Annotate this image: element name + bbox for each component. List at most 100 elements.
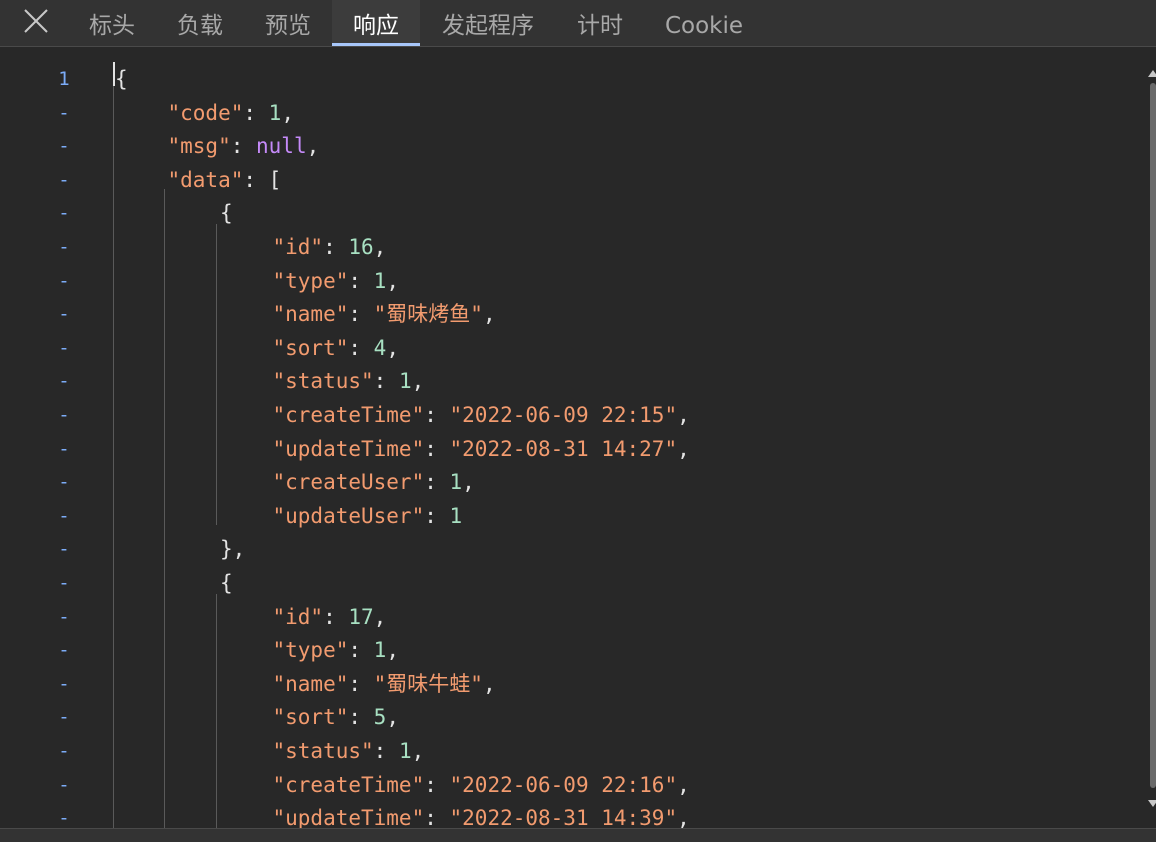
json-punctuation: ,: [677, 403, 690, 427]
line-number[interactable]: -: [40, 761, 88, 796]
json-key: "createTime": [272, 403, 425, 427]
code-text: "updateUser": 1: [272, 492, 463, 528]
tab-payload[interactable]: 负载: [160, 0, 240, 46]
code-line: - "type": 1,: [0, 257, 1140, 293]
json-punctuation: ,: [386, 705, 399, 730]
code-line: 1{: [0, 55, 1140, 91]
json-number: 1: [373, 638, 387, 663]
code-text: "type": 1,: [273, 257, 399, 293]
line-number[interactable]: -: [40, 425, 88, 460]
tab-timing[interactable]: 计时: [560, 0, 640, 46]
code-line: - "createTime": "2022-06-09 22:16",: [0, 761, 1140, 797]
code-text: "id": 17,: [272, 593, 387, 629]
scroll-down-icon[interactable]: [1148, 800, 1156, 807]
line-number[interactable]: -: [40, 290, 88, 325]
line-number[interactable]: -: [40, 458, 88, 493]
line-number[interactable]: -: [40, 559, 88, 594]
json-punctuation: :: [243, 100, 269, 125]
line-number[interactable]: -: [40, 525, 88, 560]
status-bar: [0, 828, 1156, 842]
code-text: "createTime": "2022-06-09 22:15",: [272, 391, 690, 427]
json-number: 5: [373, 705, 387, 730]
line-number[interactable]: -: [40, 89, 88, 124]
json-key: "name": [272, 671, 349, 696]
line-number[interactable]: -: [40, 324, 88, 359]
line-number[interactable]: -: [40, 357, 88, 392]
json-punctuation: {: [220, 571, 233, 595]
json-punctuation: ,: [677, 806, 690, 828]
line-number[interactable]: -: [40, 189, 88, 224]
tab-cookies[interactable]: Cookie: [652, 0, 756, 46]
json-punctuation: :: [424, 503, 450, 528]
json-punctuation: :: [348, 335, 374, 360]
code-line: - "status": 1,: [0, 357, 1140, 394]
line-number[interactable]: -: [40, 492, 88, 527]
json-punctuation: :: [230, 134, 257, 159]
json-punctuation: : [: [243, 167, 282, 192]
json-number: 1: [373, 268, 387, 293]
line-number[interactable]: -: [40, 223, 88, 258]
line-number[interactable]: -: [40, 626, 88, 661]
code-text: "updateTime": "2022-08-31 14:27",: [273, 425, 690, 461]
line-number[interactable]: -: [40, 122, 88, 157]
code-line: - "createUser": 1,: [0, 458, 1140, 495]
json-number: 16: [348, 235, 374, 259]
line-number[interactable]: -: [40, 693, 88, 728]
code-text: },: [220, 525, 246, 562]
json-punctuation: :: [348, 705, 374, 730]
json-punctuation: :: [348, 302, 374, 327]
json-punctuation: {: [115, 67, 128, 91]
line-number[interactable]: -: [40, 660, 88, 695]
json-punctuation: ,: [411, 369, 425, 394]
line-number[interactable]: -: [40, 156, 88, 191]
json-key: "type": [272, 638, 349, 663]
json-punctuation: ,: [373, 604, 387, 629]
json-key: "sort": [272, 705, 349, 730]
response-panel-tabbar: 标头 负载 预览 响应 发起程序 计时 Cookie: [0, 0, 1156, 47]
json-key: "status": [272, 369, 374, 394]
code-line: - "id": 17,: [0, 593, 1140, 629]
json-punctuation: :: [348, 268, 374, 293]
tab-response[interactable]: 响应: [332, 0, 420, 46]
line-number[interactable]: -: [40, 794, 88, 828]
code-text: {: [115, 55, 128, 91]
json-punctuation: :: [323, 235, 349, 259]
code-line: - "type": 1,: [0, 626, 1140, 663]
line-number[interactable]: -: [40, 391, 88, 426]
code-text: "updateTime": "2022-08-31 14:39",: [273, 794, 690, 828]
json-punctuation: ,: [677, 436, 690, 461]
line-number[interactable]: -: [40, 727, 88, 762]
json-key: "status": [272, 739, 374, 763]
line-number[interactable]: -: [40, 593, 88, 628]
json-punctuation: },: [220, 537, 246, 562]
json-key: "data": [167, 167, 244, 192]
code-line: - "code": 1,: [0, 89, 1140, 125]
json-punctuation: :: [373, 739, 399, 763]
json-null: null: [256, 134, 307, 159]
line-number: 1: [58, 68, 70, 90]
scroll-up-icon[interactable]: [1148, 70, 1156, 77]
code-text: {: [220, 559, 233, 595]
response-code-viewer[interactable]: 1{- "code": 1, - "msg": null, - "data": [-{- "…: [0, 48, 1156, 828]
tab-headers[interactable]: 标头: [72, 0, 152, 46]
code-text: "sort": 5,: [272, 693, 399, 730]
tab-preview[interactable]: 预览: [248, 0, 328, 46]
tab-initiator[interactable]: 发起程序: [428, 0, 548, 46]
code-text: "status": 1,: [272, 727, 425, 763]
scrollbar-thumb[interactable]: [1150, 83, 1156, 788]
json-number: 17: [348, 604, 374, 629]
json-punctuation: :: [424, 806, 450, 828]
line-number[interactable]: -: [40, 257, 88, 292]
code-text: {: [220, 189, 233, 225]
json-punctuation: ,: [306, 134, 320, 159]
json-key: "updateUser": [272, 503, 425, 528]
json-punctuation: :: [348, 638, 374, 663]
code-line: - "createTime": "2022-06-09 22:15",: [0, 391, 1140, 427]
code-line: - "name": "蜀味牛蛙",: [0, 660, 1140, 696]
json-punctuation: ,: [462, 470, 475, 495]
close-icon[interactable]: [21, 6, 51, 36]
json-string: "蜀味牛蛙": [373, 671, 483, 696]
code-line: -},: [0, 525, 1140, 562]
json-key: "id": [272, 604, 324, 629]
code-line: - "updateTime": "2022-08-31 14:27",: [0, 425, 1140, 461]
